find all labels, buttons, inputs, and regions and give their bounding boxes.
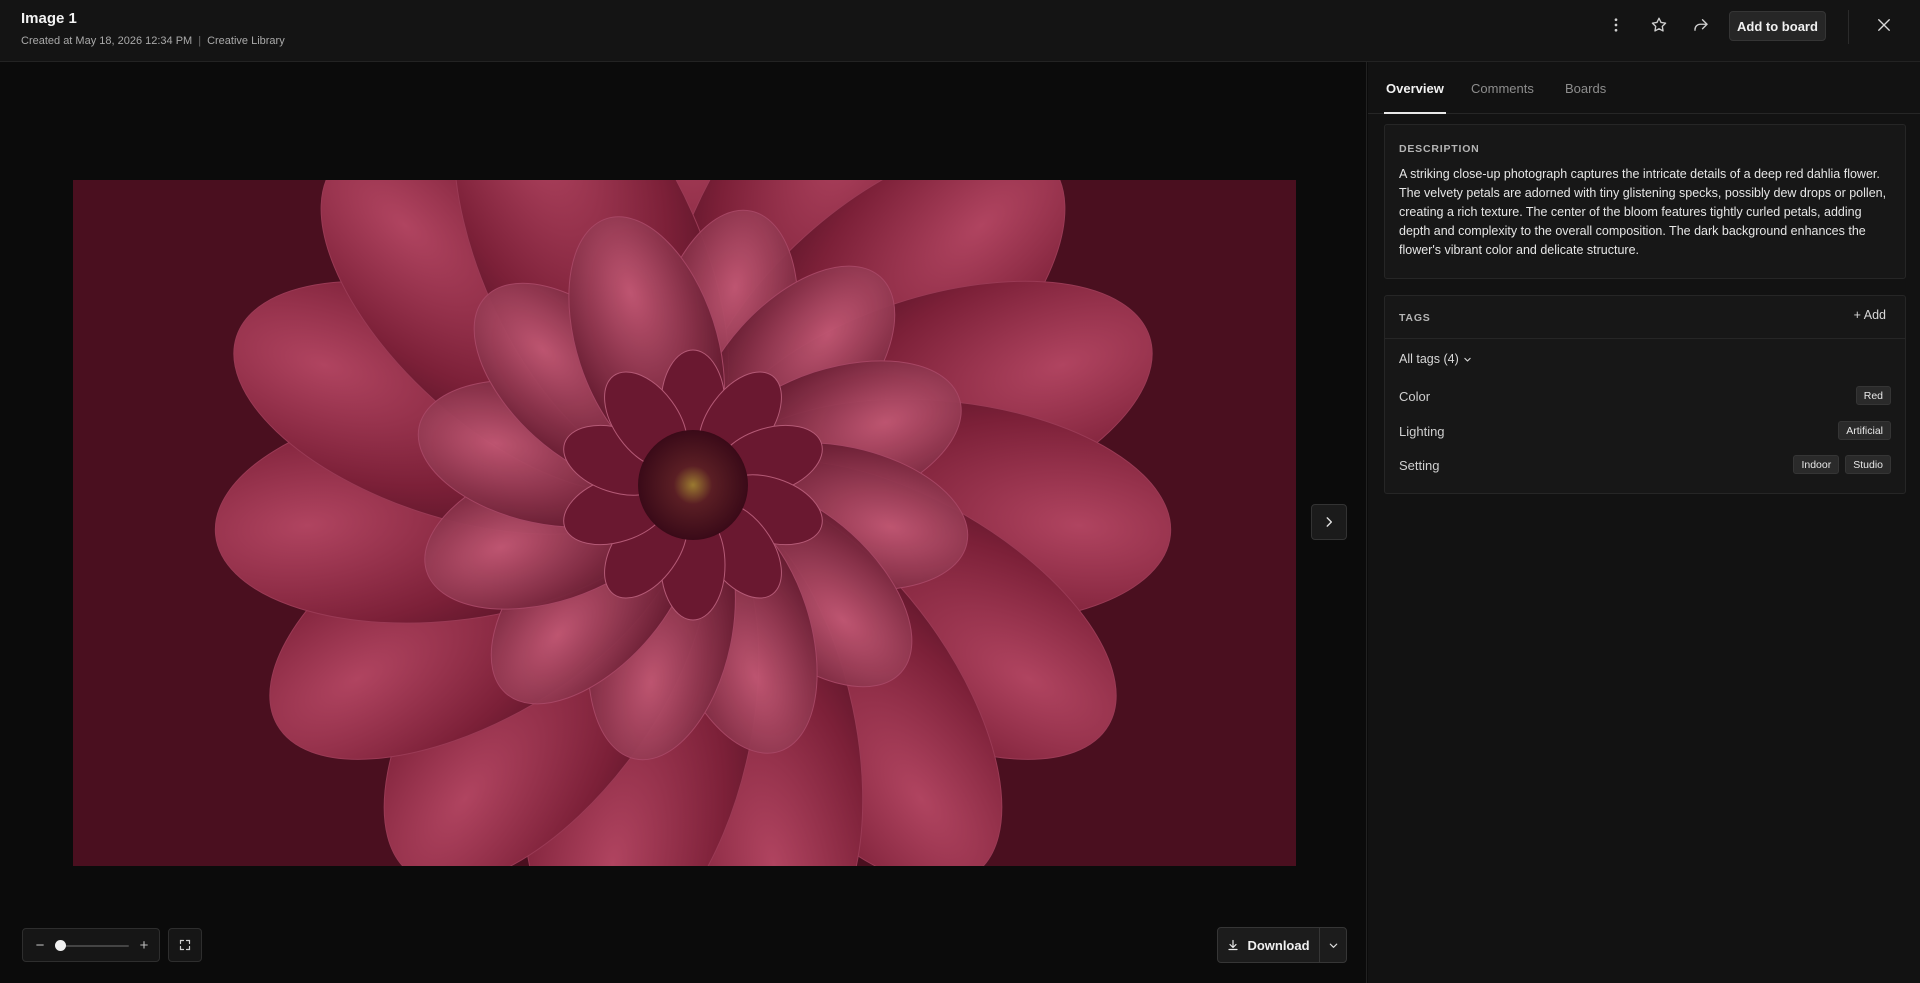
tag-values: Indoor Studio [1793, 455, 1891, 474]
share-button[interactable] [1688, 12, 1714, 38]
chevron-down-icon [1329, 943, 1337, 948]
more-vertical-icon [1614, 18, 1618, 32]
description-heading: DESCRIPTION [1399, 143, 1480, 155]
add-tag-button[interactable]: + Add [1854, 308, 1886, 322]
all-tags-dropdown[interactable]: All tags (4) [1399, 352, 1472, 366]
chevron-right-icon [1326, 517, 1333, 527]
description-card: DESCRIPTION A striking close-up photogra… [1384, 124, 1906, 279]
zoom-out-button[interactable]: − [27, 929, 53, 961]
tag-category-color: Color [1399, 389, 1431, 404]
page-title: Image 1 [21, 10, 77, 27]
tag-values: Artificial [1838, 421, 1891, 440]
description-text: A striking close-up photograph captures … [1399, 167, 1887, 257]
tags-heading: TAGS [1399, 312, 1431, 324]
download-button-group: Download [1217, 927, 1347, 963]
chevron-down-icon [1464, 357, 1471, 362]
close-icon [1878, 19, 1890, 31]
tag-row-setting: Setting Indoor Studio [1399, 455, 1891, 477]
zoom-slider-thumb[interactable] [55, 940, 66, 951]
library-name: Creative Library [207, 35, 285, 47]
all-tags-label: All tags (4) [1399, 352, 1459, 366]
tags-card: TAGS + Add All tags (4) Color Red Lighti… [1384, 295, 1906, 494]
tag-row-color: Color Red [1399, 386, 1891, 408]
tag-chip-artificial[interactable]: Artificial [1838, 421, 1891, 440]
tag-category-setting: Setting [1399, 458, 1440, 473]
download-options-button[interactable] [1320, 928, 1346, 962]
image-meta: Created at May 18, 2026 12:34 PM | Creativ… [21, 35, 285, 47]
header-divider [1848, 10, 1849, 44]
created-date: Created at May 18, 2026 12:34 PM [21, 35, 193, 47]
next-image-button[interactable] [1311, 504, 1347, 540]
tag-row-lighting: Lighting Artificial [1399, 421, 1891, 443]
details-panel: Overview Comments Boards DESCRIPTION A s… [1368, 62, 1920, 983]
meta-separator: | [198, 35, 202, 47]
tag-chip-indoor[interactable]: Indoor [1793, 455, 1840, 474]
tag-category-lighting: Lighting [1399, 424, 1445, 439]
zoom-control: − + [22, 928, 160, 962]
tags-header: TAGS + Add [1385, 296, 1905, 339]
tag-chip-studio[interactable]: Studio [1845, 455, 1891, 474]
favorite-button[interactable] [1646, 12, 1672, 38]
add-to-board-button[interactable]: Add to board [1729, 11, 1826, 41]
tab-boards[interactable]: Boards [1565, 81, 1606, 96]
tab-comments[interactable]: Comments [1471, 81, 1534, 96]
share-icon [1694, 19, 1708, 31]
zoom-in-button[interactable]: + [131, 929, 157, 961]
panel-tabs: Overview Comments Boards [1368, 62, 1920, 114]
dahlia-photo [73, 180, 1296, 866]
top-bar: Image 1 Created at May 18, 2026 12:34 PM… [0, 0, 1920, 62]
image-viewer: − + Download [0, 62, 1367, 983]
download-icon [1228, 939, 1239, 951]
tag-values: Red [1855, 386, 1891, 405]
more-options-button[interactable] [1603, 12, 1629, 38]
tag-chip-red[interactable]: Red [1855, 386, 1891, 405]
download-button[interactable]: Download [1218, 928, 1320, 962]
fit-to-screen-button[interactable] [168, 928, 202, 962]
active-tab-indicator [1384, 112, 1446, 114]
close-button[interactable] [1871, 12, 1897, 38]
tab-overview[interactable]: Overview [1386, 81, 1444, 96]
zoom-slider-track[interactable] [59, 945, 129, 947]
star-icon [1651, 17, 1667, 32]
download-label: Download [1247, 937, 1310, 953]
expand-icon [179, 939, 191, 951]
flower-illustration [73, 180, 1296, 866]
